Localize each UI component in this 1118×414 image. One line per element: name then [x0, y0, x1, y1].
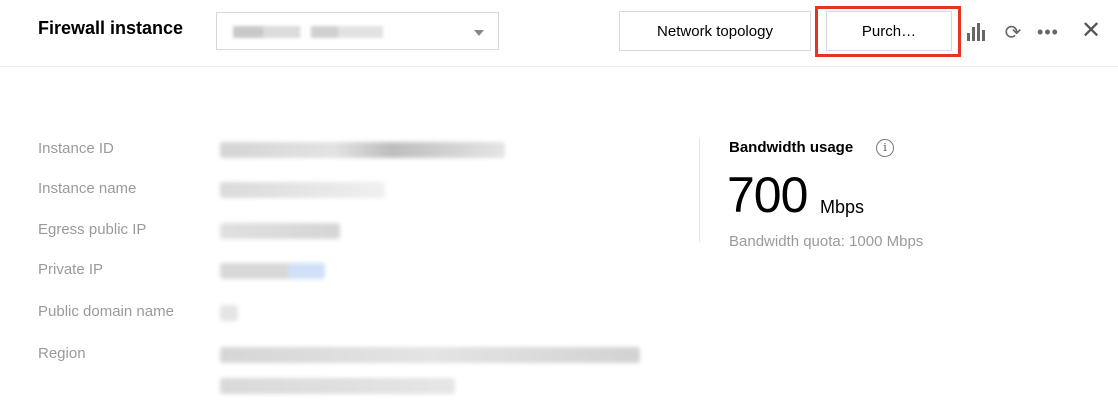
chevron-down-icon[interactable] [474, 30, 484, 36]
public-domain-name-value-redacted [220, 305, 238, 321]
instance-id-label: Instance ID [38, 140, 114, 157]
header-bar: Firewall instance Network topology Purch… [0, 0, 1118, 67]
bandwidth-quota: Bandwidth quota: 1000 Mbps [729, 233, 924, 250]
more-icon[interactable]: ••• [1036, 20, 1060, 44]
instance-select[interactable] [216, 12, 499, 50]
bandwidth-usage-unit: Mbps [820, 197, 865, 217]
egress-public-ip-value-redacted [220, 223, 340, 239]
info-icon[interactable]: i [876, 139, 894, 157]
bandwidth-usage-value: 700 [727, 167, 808, 223]
egress-public-ip-label: Egress public IP [38, 221, 147, 238]
instance-name-label: Instance name [38, 180, 137, 197]
private-ip-label: Private IP [38, 261, 104, 278]
region-value-redacted-line1 [220, 347, 640, 363]
region-label: Region [38, 345, 86, 362]
purchase-button-highlight [815, 6, 961, 57]
public-domain-name-label: Public domain name [38, 303, 174, 320]
bar-chart-icon[interactable] [965, 20, 989, 44]
refresh-icon[interactable]: ⟳ [1001, 20, 1025, 44]
instance-name-value-redacted [220, 182, 385, 198]
page-title: Firewall instance [38, 18, 184, 38]
bandwidth-usage-title: Bandwidth usage [729, 139, 854, 156]
close-icon[interactable]: ✕ [1079, 17, 1103, 44]
region-value-redacted-line2 [220, 378, 455, 394]
instance-id-value-redacted [220, 142, 505, 158]
private-ip-value-redacted [220, 263, 325, 279]
network-topology-button[interactable]: Network topology [619, 11, 811, 51]
instance-select-value-redacted [233, 26, 383, 38]
vertical-divider [699, 138, 700, 242]
